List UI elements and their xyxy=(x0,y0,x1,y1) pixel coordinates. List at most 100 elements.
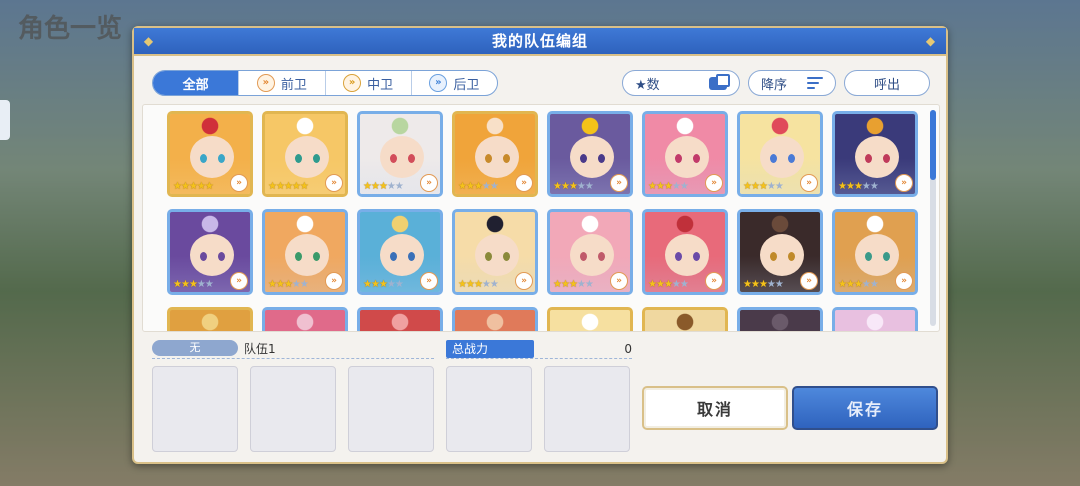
star-icon: ★ xyxy=(671,181,681,192)
character-eye xyxy=(675,154,682,163)
character-portrait xyxy=(550,310,630,331)
character-portrait xyxy=(360,310,440,331)
star-icon: ★ xyxy=(291,279,301,290)
character-eye xyxy=(580,252,587,261)
front-chevron-icon: » xyxy=(256,74,275,92)
team-member-slot[interactable] xyxy=(348,366,434,452)
star-rating: ★★★★★ xyxy=(458,181,499,192)
character-card[interactable]: ★★★★★» xyxy=(642,209,728,295)
order-label: 降序 xyxy=(761,77,788,93)
character-card[interactable]: ★★★★★» xyxy=(832,209,918,295)
character-portrait xyxy=(740,310,820,331)
star-icon: ★ xyxy=(853,279,863,290)
character-eye xyxy=(295,154,302,163)
character-face xyxy=(190,234,234,276)
character-card[interactable] xyxy=(357,307,443,331)
star-icon: ★ xyxy=(386,181,396,192)
position-chevron-icon: » xyxy=(420,272,438,290)
star-icon: ★ xyxy=(648,181,657,192)
star-icon: ★ xyxy=(204,181,214,192)
position-chevron-icon: » xyxy=(705,174,723,192)
star-rating: ★★★★★ xyxy=(838,181,879,192)
descending-sort-icon xyxy=(807,77,823,89)
star-icon: ★ xyxy=(553,279,562,290)
character-card[interactable]: ★★★★★» xyxy=(832,111,918,197)
character-card[interactable] xyxy=(642,307,728,331)
character-face xyxy=(475,234,519,276)
star-icon: ★ xyxy=(370,181,380,192)
star-icon: ★ xyxy=(268,181,277,192)
star-icon: ★ xyxy=(671,279,681,290)
character-card[interactable]: ★★★★★» xyxy=(357,209,443,295)
star-icon: ★ xyxy=(750,181,760,192)
star-icon: ★ xyxy=(196,181,206,192)
header-ornament-icon: ◆ xyxy=(143,34,155,48)
team-member-slot[interactable] xyxy=(250,366,336,452)
star-icon: ★ xyxy=(363,279,372,290)
character-card[interactable]: ★★★★★» xyxy=(262,209,348,295)
filter-tab-all[interactable]: 全部 xyxy=(153,71,240,95)
dialog-header: ◆ 我的队伍编组 ◆ xyxy=(134,28,946,56)
character-card[interactable]: ★★★★★» xyxy=(642,111,728,197)
team-member-slot[interactable] xyxy=(152,366,238,452)
character-card[interactable] xyxy=(262,307,348,331)
star-icon: ★ xyxy=(838,181,847,192)
star-icon: ★ xyxy=(774,279,784,290)
star-icon: ★ xyxy=(743,181,752,192)
character-card[interactable]: ★★★★★» xyxy=(737,111,823,197)
star-icon: ★ xyxy=(465,181,475,192)
character-eye xyxy=(200,252,207,261)
star-icon: ★ xyxy=(204,279,214,290)
star-icon: ★ xyxy=(774,181,784,192)
character-eye xyxy=(485,252,492,261)
character-card[interactable] xyxy=(832,307,918,331)
character-card[interactable]: ★★★★★» xyxy=(737,209,823,295)
character-card[interactable]: ★★★★★» xyxy=(167,111,253,197)
character-eye xyxy=(503,252,510,261)
power-divider xyxy=(446,358,632,359)
character-card[interactable] xyxy=(737,307,823,331)
filter-tab-back[interactable]: » 后卫 xyxy=(412,71,497,95)
sort-order-button[interactable]: 降序 xyxy=(748,70,836,96)
star-icon: ★ xyxy=(458,279,467,290)
character-eye xyxy=(218,252,225,261)
character-card[interactable]: ★★★★★» xyxy=(452,111,538,197)
character-grid-scrollbar[interactable] xyxy=(930,110,936,326)
star-icon: ★ xyxy=(394,279,404,290)
character-face xyxy=(380,136,424,178)
filter-tab-label: 前卫 xyxy=(280,77,307,93)
character-card[interactable] xyxy=(167,307,253,331)
back-chevron-icon: » xyxy=(429,74,448,92)
character-face xyxy=(570,136,614,178)
star-icon: ★ xyxy=(465,279,475,290)
character-eye xyxy=(390,154,397,163)
load-team-button[interactable]: 呼出 xyxy=(844,70,930,96)
save-button[interactable]: 保存 xyxy=(792,386,938,430)
team-member-slot[interactable] xyxy=(544,366,630,452)
filter-tab-front[interactable]: » 前卫 xyxy=(239,71,326,95)
character-card[interactable]: ★★★★★» xyxy=(357,111,443,197)
star-icon: ★ xyxy=(648,279,657,290)
team-member-slot[interactable] xyxy=(446,366,532,452)
position-filter-tabs: 全部 » 前卫 » 中卫 » 后卫 xyxy=(152,70,498,96)
star-icon: ★ xyxy=(869,279,879,290)
filter-tab-middle[interactable]: » 中卫 xyxy=(326,71,412,95)
character-card[interactable]: ★★★★★» xyxy=(262,111,348,197)
character-portrait xyxy=(265,310,345,331)
character-card[interactable]: ★★★★★» xyxy=(547,111,633,197)
star-icon: ★ xyxy=(861,181,871,192)
scrollbar-thumb[interactable] xyxy=(930,110,936,180)
sort-by-stars-button[interactable]: ★数 xyxy=(622,70,740,96)
character-card[interactable]: ★★★★★» xyxy=(452,209,538,295)
star-icon: ★ xyxy=(655,279,665,290)
character-card[interactable] xyxy=(452,307,538,331)
star-icon: ★ xyxy=(584,181,594,192)
cancel-button[interactable]: 取消 xyxy=(642,386,788,430)
star-icon: ★ xyxy=(378,181,388,192)
team-name[interactable]: 队伍1 xyxy=(244,340,276,357)
character-card[interactable]: ★★★★★» xyxy=(167,209,253,295)
character-card[interactable] xyxy=(547,307,633,331)
character-card[interactable]: ★★★★★» xyxy=(547,209,633,295)
position-chevron-icon: » xyxy=(610,272,628,290)
character-eye xyxy=(693,154,700,163)
